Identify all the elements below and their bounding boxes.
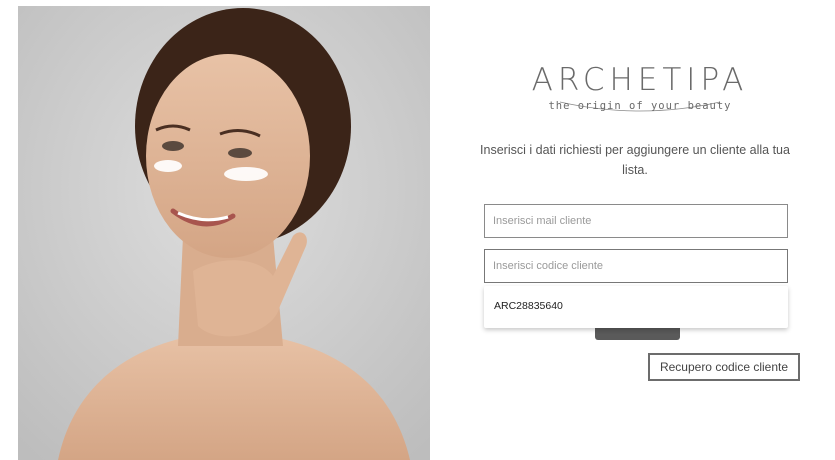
hero-image [18,6,430,460]
form-intro: Inserisci i dati richiesti per aggiunger… [480,143,790,177]
client-email-input[interactable] [484,204,788,238]
client-code-input[interactable] [484,249,788,283]
suggestion-item[interactable]: ARC28835640 [494,300,563,312]
add-client-panel: ARCHETIPA the origin of your beauty Inse… [430,6,835,460]
recover-client-code-button[interactable]: Recupero codice cliente [648,353,800,381]
archetipa-logo: ARCHETIPA the origin of your beauty [530,62,750,122]
hero-illustration [18,6,430,460]
brand-tagline: the origin of your beauty [548,100,732,112]
client-code-suggestions: ARC28835640 [484,286,788,328]
logo-swoosh-icon [559,101,721,112]
